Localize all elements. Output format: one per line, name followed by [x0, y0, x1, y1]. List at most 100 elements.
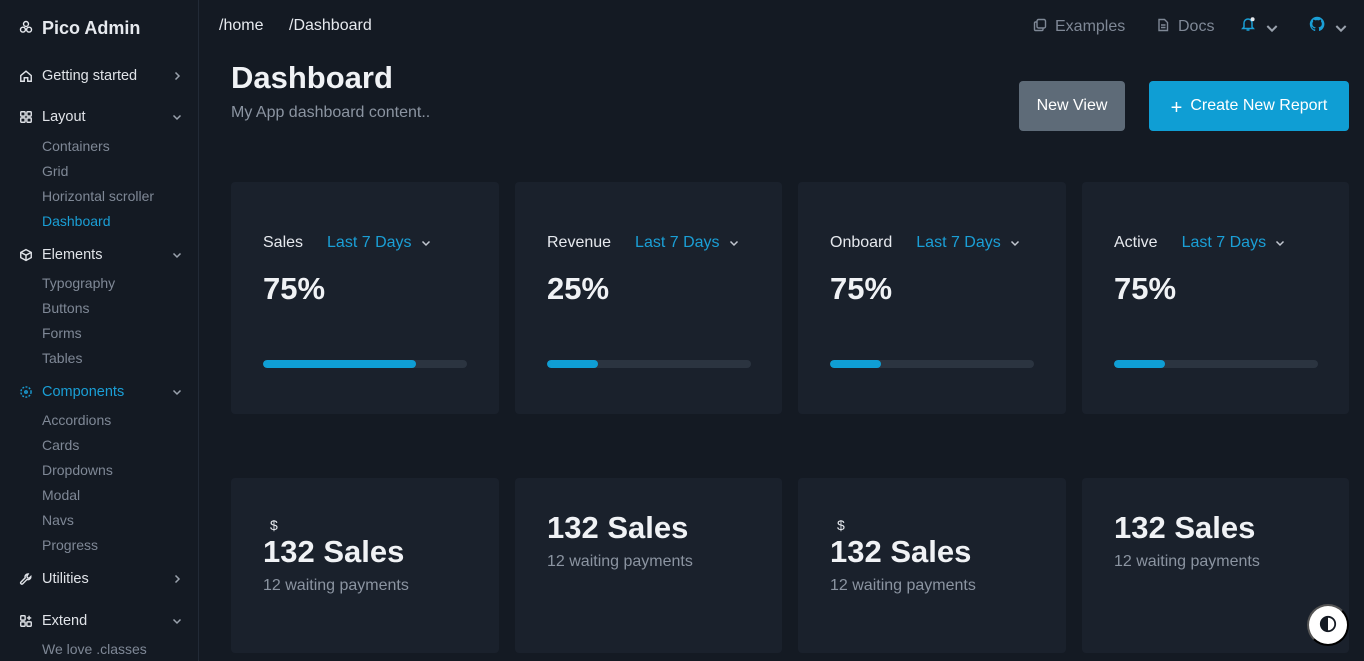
docs-link[interactable]: Docs — [1156, 16, 1214, 38]
sidebar-group-components[interactable]: Components — [19, 380, 183, 404]
create-report-label: Create New Report — [1190, 97, 1328, 114]
chevron-right-icon — [171, 573, 183, 585]
sidebar-item-dropdowns[interactable]: Dropdowns — [42, 460, 113, 480]
sidebar-group-utilities[interactable]: Utilities — [19, 567, 183, 591]
period-dropdown[interactable]: Last 7 Days — [635, 234, 719, 252]
stat-value: 75% — [830, 271, 893, 306]
progress-fill — [547, 360, 598, 368]
sidebar-group-elements[interactable]: Elements — [19, 243, 183, 267]
sidebar-group-label: Extend — [42, 613, 88, 629]
progress-fill — [1114, 360, 1165, 368]
sidebar: Pico Admin Getting started Layout Contai… — [0, 0, 199, 661]
sidebar-item-modal[interactable]: Modal — [42, 485, 80, 505]
sidebar-item-buttons[interactable]: Buttons — [42, 298, 89, 318]
sidebar-group-label: Elements — [42, 247, 103, 263]
sales-count: 132 Sales — [547, 510, 689, 545]
wrench-icon — [19, 572, 33, 586]
sidebar-item-progress[interactable]: Progress — [42, 535, 98, 555]
stat-card-header: Active Last 7 Days — [1114, 233, 1286, 253]
period-dropdown[interactable]: Last 7 Days — [916, 234, 1000, 252]
extend-icon — [19, 614, 33, 628]
sidebar-group-label: Utilities — [42, 571, 89, 587]
box-icon — [19, 248, 33, 262]
plus-icon: + — [1170, 97, 1183, 119]
chevron-down-icon — [171, 615, 183, 627]
sidebar-item-horizontal-scroller[interactable]: Horizontal scroller — [42, 186, 154, 206]
stat-label: Active — [1114, 234, 1158, 251]
flower-icon — [19, 18, 33, 39]
sidebar-item-tables[interactable]: Tables — [42, 348, 82, 368]
sidebar-item-typography[interactable]: Typography — [42, 273, 115, 293]
sales-card: $ 132 Sales 12 waiting payments — [231, 478, 499, 653]
breadcrumb-dashboard[interactable]: /Dashboard — [289, 16, 372, 36]
chevron-down-icon — [171, 386, 183, 398]
waiting-payments: 12 waiting payments — [263, 577, 409, 594]
home-icon — [19, 69, 33, 83]
page-subtitle: My App dashboard content.. — [231, 104, 431, 121]
sidebar-item-containers[interactable]: Containers — [42, 136, 110, 156]
chevron-down-icon[interactable] — [420, 237, 432, 249]
chevron-down-icon[interactable] — [1274, 237, 1286, 249]
grid-icon — [19, 110, 33, 124]
period-dropdown[interactable]: Last 7 Days — [1182, 234, 1266, 252]
chevron-down-icon — [1333, 20, 1347, 33]
create-new-report-button[interactable]: + Create New Report — [1149, 81, 1349, 131]
page-title: Dashboard — [231, 60, 393, 95]
sidebar-item-navs[interactable]: Navs — [42, 510, 74, 530]
chevron-down-icon[interactable] — [728, 237, 740, 249]
waiting-payments: 12 waiting payments — [1114, 553, 1260, 570]
sidebar-group-label: Getting started — [42, 68, 138, 84]
stat-card-sales: Sales Last 7 Days 75% — [231, 182, 499, 414]
breadcrumb-home[interactable]: /home — [219, 16, 263, 36]
waiting-payments: 12 waiting payments — [547, 553, 693, 570]
chevron-down-icon[interactable] — [1009, 237, 1021, 249]
sidebar-item-cards[interactable]: Cards — [42, 435, 79, 455]
stat-card-header: Onboard Last 7 Days — [830, 233, 1021, 253]
chevron-down-icon — [171, 111, 183, 123]
sidebar-item-accordions[interactable]: Accordions — [42, 410, 111, 430]
sales-card: 132 Sales 12 waiting payments — [515, 478, 782, 653]
bell-icon — [1240, 16, 1256, 37]
progress-bar — [263, 360, 467, 368]
brand-name: Pico Admin — [42, 17, 141, 38]
sidebar-group-layout[interactable]: Layout — [19, 105, 183, 129]
progress-fill — [830, 360, 881, 368]
period-dropdown[interactable]: Last 7 Days — [327, 234, 411, 252]
stat-label: Revenue — [547, 234, 612, 251]
stat-label: Onboard — [830, 234, 893, 251]
sidebar-item-grid[interactable]: Grid — [42, 161, 68, 181]
examples-link[interactable]: Examples — [1033, 16, 1125, 38]
sidebar-group-getting-started[interactable]: Getting started — [19, 64, 183, 88]
sidebar-item-forms[interactable]: Forms — [42, 323, 82, 343]
github-icon — [1309, 16, 1325, 37]
stat-value: 25% — [547, 271, 610, 306]
chevron-down-icon — [1264, 20, 1278, 33]
sidebar-item-dashboard[interactable]: Dashboard — [42, 211, 111, 231]
sidebar-group-extend[interactable]: Extend — [19, 609, 183, 633]
contrast-icon — [1319, 615, 1337, 636]
document-icon — [1156, 18, 1170, 37]
stat-card-onboard: Onboard Last 7 Days 75% — [798, 182, 1066, 414]
notifications-dropdown[interactable] — [1240, 14, 1278, 38]
github-dropdown[interactable] — [1309, 14, 1347, 38]
new-view-button[interactable]: New View — [1019, 81, 1125, 131]
sidebar-item-we-love-classes[interactable]: We love .classes — [42, 639, 147, 659]
sales-count: 132 Sales — [263, 534, 405, 569]
chevron-down-icon — [171, 249, 183, 261]
copy-icon — [1033, 18, 1047, 37]
progress-bar — [830, 360, 1034, 368]
stat-label: Sales — [263, 234, 304, 251]
sales-card: $ 132 Sales 12 waiting payments — [798, 478, 1066, 653]
examples-label: Examples — [1055, 18, 1126, 35]
theme-toggle-button[interactable] — [1307, 604, 1349, 646]
sidebar-group-label: Layout — [42, 109, 86, 125]
progress-fill — [263, 360, 416, 368]
sales-count: 132 Sales — [1114, 510, 1256, 545]
sales-count: 132 Sales — [830, 534, 972, 569]
currency-symbol: $ — [270, 517, 278, 533]
progress-bar — [547, 360, 751, 368]
chevron-right-icon — [171, 70, 183, 82]
stat-value: 75% — [263, 271, 326, 306]
stat-card-header: Revenue Last 7 Days — [547, 233, 740, 253]
brand[interactable]: Pico Admin — [19, 16, 140, 40]
